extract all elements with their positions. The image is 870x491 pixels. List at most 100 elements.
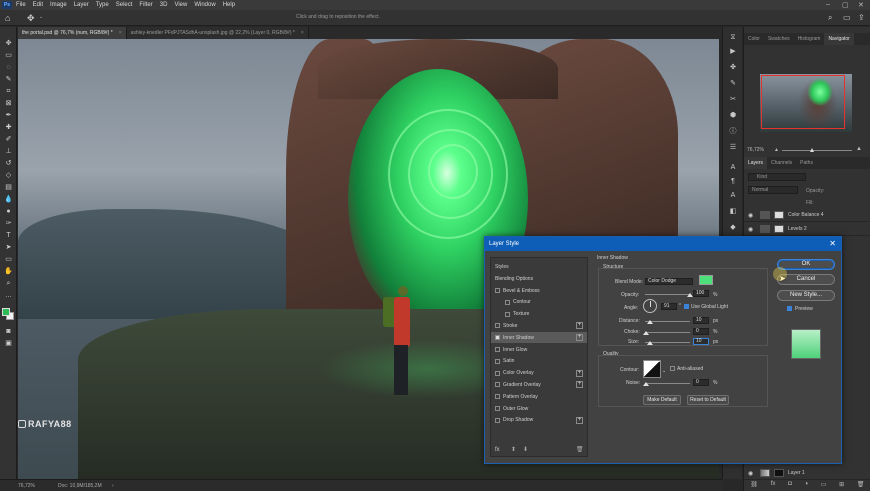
- more-tools-icon[interactable]: …: [3, 291, 14, 300]
- menu-select[interactable]: Select: [116, 2, 133, 8]
- style-checkbox[interactable]: [495, 370, 500, 376]
- style-item[interactable]: Bevel & Emboss: [491, 285, 587, 296]
- 3d-icon[interactable]: ⬢: [728, 111, 738, 120]
- contour-picker[interactable]: [643, 360, 661, 378]
- adjust-icon[interactable]: ✤: [728, 63, 738, 72]
- shape-tool-icon[interactable]: ▭: [3, 255, 14, 264]
- style-checkbox[interactable]: [495, 288, 500, 293]
- search-icon[interactable]: ⌕: [828, 13, 832, 23]
- reset-to-default-button[interactable]: Reset to Default: [687, 395, 729, 405]
- quick-select-icon[interactable]: ✎: [3, 75, 14, 84]
- style-checkbox[interactable]: [495, 382, 500, 388]
- global-light-checkbox[interactable]: [684, 304, 689, 309]
- zoom-slider-thumb[interactable]: [810, 148, 814, 152]
- style-checkbox[interactable]: [495, 347, 500, 352]
- style-item[interactable]: Color Overlay +: [491, 368, 587, 379]
- new-style-button[interactable]: New Style...: [777, 290, 835, 301]
- tab-unsplash-image[interactable]: ashley-knedler PFdPJTASdhA-unsplash.jpg …: [126, 27, 309, 39]
- menu-view[interactable]: View: [174, 2, 187, 8]
- move-tool-icon[interactable]: ✥: [27, 13, 35, 24]
- info-icon[interactable]: ⓘ: [728, 127, 738, 136]
- zoom-slider[interactable]: [782, 150, 852, 151]
- navigator-thumbnail[interactable]: [760, 74, 852, 132]
- minimize-icon[interactable]: –: [826, 1, 830, 8]
- pen-tool-icon[interactable]: ✑: [3, 219, 14, 228]
- fx-icon[interactable]: fx: [495, 447, 500, 453]
- shapes-icon[interactable]: ◆: [728, 223, 738, 232]
- zoom-tool-icon[interactable]: ⌕: [3, 279, 14, 288]
- move-down-icon[interactable]: ⬇: [523, 446, 528, 453]
- menu-window[interactable]: Window: [194, 2, 215, 8]
- fx-icon[interactable]: fx: [771, 481, 776, 491]
- layer-name[interactable]: Levels 2: [788, 226, 807, 232]
- gradient-tool-icon[interactable]: ▤: [3, 183, 14, 192]
- opacity-slider[interactable]: [645, 294, 690, 295]
- paragraph-icon[interactable]: ¶: [728, 177, 738, 186]
- foreground-color-swatch[interactable]: [2, 308, 10, 316]
- type-tool-icon[interactable]: T: [3, 231, 14, 240]
- preview-checkbox[interactable]: [787, 306, 792, 311]
- menu-image[interactable]: Image: [50, 2, 67, 8]
- tools-icon[interactable]: ✂: [728, 95, 738, 104]
- eyedropper-icon[interactable]: ✒: [3, 111, 14, 120]
- blending-options-item[interactable]: Blending Options: [491, 273, 587, 284]
- menu-file[interactable]: File: [16, 2, 26, 8]
- add-effect-icon[interactable]: +: [576, 334, 583, 342]
- close-icon[interactable]: ✕: [858, 1, 864, 9]
- layer-mask-thumbnail[interactable]: [774, 211, 784, 219]
- style-item[interactable]: Inner Glow: [491, 344, 587, 355]
- style-checkbox[interactable]: [495, 394, 500, 400]
- navigator-zoom-value[interactable]: 76,72%: [747, 147, 764, 153]
- style-item[interactable]: Drop Shadow +: [491, 415, 587, 426]
- style-checkbox[interactable]: [495, 335, 500, 341]
- make-default-button[interactable]: Make Default: [643, 395, 681, 405]
- styles-header[interactable]: Styles: [491, 261, 587, 272]
- workspace-icon[interactable]: ▭: [843, 13, 851, 22]
- healing-brush-icon[interactable]: ✚: [3, 123, 14, 132]
- tab-navigator[interactable]: Navigator: [824, 33, 854, 45]
- blur-tool-icon[interactable]: 💧: [3, 195, 14, 204]
- size-slider-thumb[interactable]: [647, 341, 653, 345]
- layer-mask-thumbnail[interactable]: [774, 225, 784, 233]
- close-tab-icon[interactable]: ×: [301, 30, 304, 36]
- chevron-right-icon[interactable]: ›: [112, 483, 114, 489]
- blend-mode-select[interactable]: Color Dodge: [645, 278, 693, 285]
- artboard-tool-icon[interactable]: ▭: [3, 51, 14, 60]
- brush-settings-icon[interactable]: ✎: [728, 79, 738, 88]
- zoom-in-icon[interactable]: ▲: [856, 146, 862, 152]
- layer-row[interactable]: ◉ Layer 1: [744, 467, 870, 480]
- eye-icon[interactable]: ◉: [748, 226, 756, 233]
- chevron-down-icon[interactable]: ⌄: [39, 14, 43, 20]
- dodge-tool-icon[interactable]: ●: [3, 207, 14, 216]
- add-effect-icon[interactable]: +: [576, 322, 583, 330]
- angle-input[interactable]: 91: [661, 303, 677, 310]
- menu-filter[interactable]: Filter: [139, 2, 152, 8]
- close-tab-icon[interactable]: ×: [119, 30, 122, 36]
- menu-help[interactable]: Help: [223, 2, 235, 8]
- menu-3d[interactable]: 3D: [160, 2, 168, 8]
- eye-icon[interactable]: ◉: [748, 212, 756, 219]
- layer-mask-thumbnail[interactable]: [774, 469, 784, 477]
- move-tool-icon[interactable]: ✥: [3, 39, 14, 48]
- trash-icon[interactable]: 🗑: [576, 446, 584, 453]
- menu-layer[interactable]: Layer: [74, 2, 89, 8]
- brush-tool-icon[interactable]: ✐: [3, 135, 14, 144]
- layer-thumbnail[interactable]: [760, 469, 770, 477]
- crop-tool-icon[interactable]: ⌗: [3, 87, 14, 96]
- style-item[interactable]: Inner Shadow +: [491, 332, 587, 344]
- add-effect-icon[interactable]: +: [576, 416, 583, 424]
- style-checkbox[interactable]: [495, 406, 500, 411]
- layer-row[interactable]: ◉ Levels 2: [744, 223, 870, 236]
- choke-slider-thumb[interactable]: [643, 331, 649, 335]
- style-checkbox[interactable]: [505, 299, 510, 305]
- style-item[interactable]: Satin: [491, 356, 587, 367]
- menu-edit[interactable]: Edit: [33, 2, 43, 8]
- angle-dial[interactable]: [643, 299, 657, 313]
- history-brush-icon[interactable]: ↺: [3, 159, 14, 168]
- noise-slider-thumb[interactable]: [643, 382, 649, 386]
- menu-type[interactable]: Type: [96, 2, 109, 8]
- close-icon[interactable]: ✕: [829, 239, 836, 248]
- tab-layers[interactable]: Layers: [744, 157, 768, 169]
- layer-name[interactable]: Color Balance 4: [788, 212, 824, 218]
- trash-icon[interactable]: 🗑: [857, 481, 865, 491]
